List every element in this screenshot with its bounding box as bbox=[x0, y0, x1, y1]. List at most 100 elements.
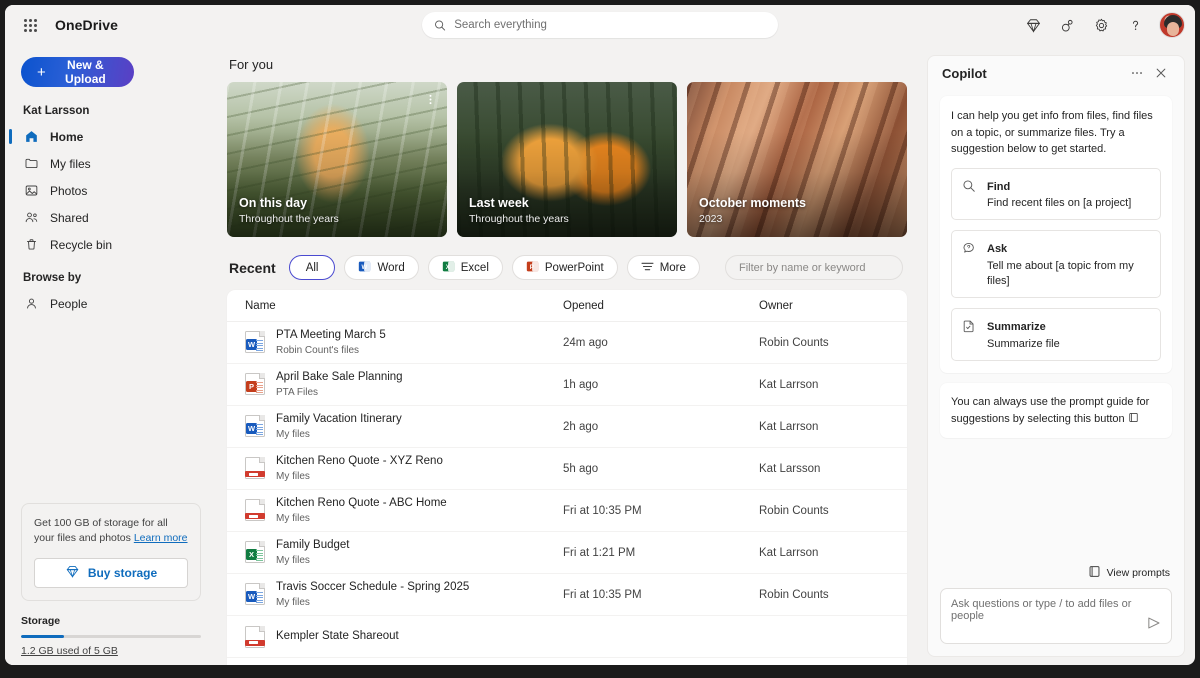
file-name-cell[interactable]: Kitchen Reno Quote - ABC HomeMy files bbox=[245, 496, 563, 525]
copilot-icon[interactable] bbox=[1051, 9, 1083, 41]
column-header-owner[interactable]: Owner bbox=[759, 300, 889, 312]
person-icon bbox=[23, 295, 40, 312]
file-owner: Robin Counts bbox=[759, 337, 889, 349]
file-meta: Family Vacation ItineraryMy files bbox=[276, 412, 402, 441]
ellipsis-icon[interactable] bbox=[1126, 62, 1148, 84]
filter-pill-word[interactable]: W Word bbox=[344, 255, 418, 280]
column-header-name[interactable]: Name bbox=[245, 300, 563, 312]
file-name: Kitchen Reno Quote - ABC Home bbox=[276, 496, 447, 512]
word-file-icon: W bbox=[245, 331, 265, 353]
sidebar-item-recycle-bin[interactable]: Recycle bin bbox=[15, 231, 207, 258]
home-icon bbox=[23, 128, 40, 145]
storage-used-text[interactable]: 1.2 GB used of 5 GB bbox=[21, 645, 201, 665]
filter-pill-more[interactable]: More bbox=[627, 255, 700, 280]
file-name-cell[interactable]: Kempler State Shareout bbox=[245, 626, 563, 648]
pdf-file-icon bbox=[245, 457, 265, 479]
sidebar-item-my-files[interactable]: My files bbox=[15, 150, 207, 177]
file-meta: Kitchen Reno Quote - XYZ RenoMy files bbox=[276, 454, 443, 483]
buy-storage-button[interactable]: Buy storage bbox=[34, 558, 188, 588]
view-prompts-button[interactable]: View prompts bbox=[940, 565, 1172, 588]
file-name: Travis Soccer Schedule - Spring 2025 bbox=[276, 580, 469, 596]
storage-meter: Storage 1.2 GB used of 5 GB bbox=[15, 611, 207, 665]
avatar[interactable] bbox=[1159, 12, 1185, 38]
storage-promo-text: Get 100 GB of storage for all your files… bbox=[34, 516, 188, 546]
send-icon[interactable] bbox=[1146, 615, 1162, 636]
file-location: Robin Count's files bbox=[276, 344, 386, 358]
card-subtitle: 2023 bbox=[699, 213, 806, 225]
file-name-cell[interactable]: Kitchen Reno Quote - XYZ RenoMy files bbox=[245, 454, 563, 483]
app-title[interactable]: OneDrive bbox=[55, 17, 118, 33]
sidebar-item-label: Shared bbox=[50, 211, 89, 225]
close-icon[interactable] bbox=[1150, 62, 1172, 84]
filter-pill-powerpoint[interactable]: P PowerPoint bbox=[512, 255, 618, 280]
file-owner: Kat Larrson bbox=[759, 379, 889, 391]
onedrive-window: OneDrive bbox=[5, 5, 1195, 665]
table-row[interactable]: Kitchen Reno Quote - XYZ RenoMy files5h … bbox=[227, 448, 907, 490]
copilot-suggestion-ask[interactable]: Ask Tell me about [a topic from my files… bbox=[951, 230, 1161, 298]
for-you-card[interactable]: On this day Throughout the years bbox=[227, 82, 447, 237]
table-row[interactable]: WPTA Meeting March 5Robin Count's files2… bbox=[227, 322, 907, 364]
copilot-header-actions bbox=[1126, 62, 1172, 84]
filter-pill-excel[interactable]: X Excel bbox=[428, 255, 503, 280]
filter-pill-all[interactable]: All bbox=[289, 255, 336, 280]
sidebar: + New & Upload Kat Larsson Home My files bbox=[5, 45, 217, 665]
learn-more-link[interactable]: Learn more bbox=[134, 532, 188, 544]
card-title: Last week bbox=[469, 195, 569, 211]
file-location: My files bbox=[276, 554, 350, 568]
plus-icon: + bbox=[37, 65, 46, 80]
for-you-card[interactable]: Last week Throughout the years bbox=[457, 82, 677, 237]
sidebar-item-home[interactable]: Home bbox=[15, 123, 207, 150]
file-opened: Fri at 10:35 PM bbox=[563, 505, 759, 517]
diamond-icon[interactable] bbox=[1017, 9, 1049, 41]
file-name-cell[interactable]: WFamily Vacation ItineraryMy files bbox=[245, 412, 563, 441]
copilot-input-box[interactable]: Ask questions or type / to add files or … bbox=[940, 588, 1172, 644]
recent-heading: Recent bbox=[229, 260, 276, 276]
table-row[interactable]: WTravis Soccer Schedule - Spring 2025My … bbox=[227, 574, 907, 616]
file-meta: Kempler State Shareout bbox=[276, 629, 399, 645]
copilot-suggestion-find[interactable]: Find Find recent files on [a project] bbox=[951, 168, 1161, 221]
for-you-card[interactable]: October moments 2023 bbox=[687, 82, 907, 237]
gear-icon[interactable] bbox=[1085, 9, 1117, 41]
app-body: + New & Upload Kat Larsson Home My files bbox=[5, 45, 1195, 665]
suggestion-desc: Tell me about [a topic from my files] bbox=[987, 259, 1150, 290]
sidebar-item-people[interactable]: People bbox=[15, 290, 207, 317]
file-name-cell[interactable]: WPTA Meeting March 5Robin Count's files bbox=[245, 328, 563, 357]
file-name-cell[interactable]: XFamily BudgetMy files bbox=[245, 538, 563, 567]
filter-search-box[interactable] bbox=[725, 255, 903, 280]
column-header-opened[interactable]: Opened bbox=[563, 300, 759, 312]
copilot-prompt-guide-text: You can always use the prompt guide for … bbox=[951, 394, 1161, 427]
sidebar-item-shared[interactable]: Shared bbox=[15, 204, 207, 231]
recent-toolbar: Recent All W Word X Excel bbox=[229, 255, 917, 280]
word-file-icon: W bbox=[245, 583, 265, 605]
sidebar-item-photos[interactable]: Photos bbox=[15, 177, 207, 204]
help-icon[interactable] bbox=[1119, 9, 1151, 41]
copilot-header: Copilot bbox=[928, 56, 1184, 90]
table-row[interactable]: XFamily BudgetMy filesFri at 1:21 PMKat … bbox=[227, 532, 907, 574]
book-icon bbox=[1128, 413, 1139, 425]
copilot-suggestion-summarize[interactable]: Summarize Summarize file bbox=[951, 308, 1161, 361]
file-name-cell[interactable]: PApril Bake Sale PlanningPTA Files bbox=[245, 370, 563, 399]
table-row[interactable]: Kitchen Reno Quote - ABC HomeMy filesFri… bbox=[227, 490, 907, 532]
sidebar-item-label: People bbox=[50, 297, 87, 311]
diamond-icon bbox=[65, 564, 80, 582]
table-row[interactable]: PApril Bake Sale PlanningPTA Files1h ago… bbox=[227, 364, 907, 406]
excel-icon: X bbox=[442, 260, 455, 276]
table-row[interactable]: Kempler State Shareout bbox=[227, 616, 907, 658]
file-location: My files bbox=[276, 428, 402, 442]
buy-storage-label: Buy storage bbox=[88, 566, 157, 580]
card-title: October moments bbox=[699, 195, 806, 211]
search-box[interactable] bbox=[422, 12, 778, 38]
table-row[interactable]: WFamily Vacation ItineraryMy files2h ago… bbox=[227, 406, 907, 448]
suggestion-title: Find bbox=[987, 181, 1010, 193]
excel-file-icon: X bbox=[245, 541, 265, 563]
pdf-file-icon bbox=[245, 499, 265, 521]
filter-input[interactable] bbox=[739, 262, 889, 274]
new-upload-button[interactable]: + New & Upload bbox=[21, 57, 134, 87]
card-more-icon[interactable] bbox=[421, 90, 439, 108]
file-name-cell[interactable]: WTravis Soccer Schedule - Spring 2025My … bbox=[245, 580, 563, 609]
file-location: My files bbox=[276, 470, 443, 484]
new-upload-label: New & Upload bbox=[53, 58, 118, 86]
people-icon bbox=[23, 209, 40, 226]
app-launcher-grid-icon[interactable] bbox=[15, 10, 45, 40]
search-input[interactable] bbox=[454, 19, 766, 31]
